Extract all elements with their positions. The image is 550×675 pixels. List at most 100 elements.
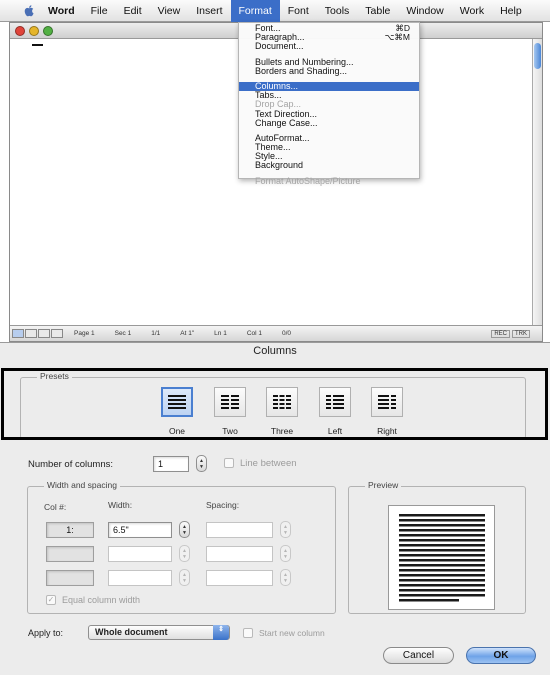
menu-table[interactable]: Table — [357, 0, 398, 22]
menu-item-borders-shading[interactable]: Borders and Shading... — [239, 66, 419, 76]
menu-format[interactable]: Format — [230, 0, 280, 22]
notebook-view-button[interactable] — [51, 329, 63, 338]
dialog-title: Columns — [253, 345, 297, 357]
menu-item-format-autoshape: Format AutoShape/Picture — [255, 175, 361, 186]
outline-view-button[interactable] — [25, 329, 37, 338]
line-between-label: Line between — [240, 458, 297, 469]
number-of-columns-stepper[interactable]: ▲ ▼ — [196, 455, 207, 472]
equal-column-width-checkbox: ✓ — [46, 595, 56, 605]
stepper-down-icon: ▼ — [182, 529, 187, 536]
start-new-column-label: Start new column — [259, 628, 325, 638]
normal-view-button[interactable] — [12, 329, 24, 338]
stepper-down-icon: ▼ — [182, 577, 187, 584]
view-buttons — [12, 329, 64, 338]
preview-page-icon — [399, 514, 485, 602]
preview-pane — [388, 505, 495, 610]
status-section: Sec 1 — [114, 330, 132, 337]
status-column: Col 1 — [246, 330, 262, 337]
menu-view[interactable]: View — [150, 0, 189, 22]
menu-edit[interactable]: Edit — [116, 0, 150, 22]
preset-one-button[interactable] — [161, 387, 193, 417]
menu-file[interactable]: File — [83, 0, 116, 22]
right-columns-icon — [378, 395, 396, 409]
column-3-width-input — [108, 570, 172, 586]
menu-word[interactable]: Word — [40, 0, 83, 22]
number-of-columns-input[interactable]: 1 — [153, 456, 189, 472]
menu-insert[interactable]: Insert — [188, 0, 230, 22]
stepper-down-icon: ▼ — [199, 463, 204, 470]
number-of-columns-label: Number of columns: — [28, 459, 114, 470]
scrollbar-thumb[interactable] — [534, 43, 541, 69]
spacing-header: Spacing: — [206, 500, 240, 510]
stepper-down-icon: ▼ — [283, 529, 288, 536]
menu-window[interactable]: Window — [398, 0, 451, 22]
apply-to-label: Apply to: — [28, 628, 64, 638]
width-header: Width: — [108, 500, 133, 510]
cancel-button[interactable]: Cancel — [383, 647, 454, 664]
preset-three-button[interactable] — [266, 387, 298, 417]
apply-to-select[interactable]: Whole document ⇕ — [88, 625, 230, 640]
status-word-count: 0/0 — [282, 330, 292, 337]
column-3-spacing-stepper: ▲ ▼ — [280, 569, 291, 586]
select-arrows-icon: ⇕ — [213, 625, 229, 640]
line-between-checkbox — [224, 458, 234, 468]
status-page: Page 1 — [74, 330, 95, 337]
column-1-spacing-input — [206, 522, 273, 538]
two-columns-icon — [221, 395, 239, 409]
stepper-down-icon: ▼ — [283, 577, 288, 584]
status-rec[interactable]: REC — [491, 329, 510, 338]
column-number-2 — [46, 546, 94, 562]
text-insertion-point[interactable] — [32, 44, 43, 46]
menu-tools[interactable]: Tools — [317, 0, 358, 22]
page-layout-view-button[interactable] — [38, 329, 50, 338]
column-1-width-stepper[interactable]: ▲ ▼ — [179, 521, 190, 538]
menu-item-change-case[interactable]: Change Case... — [239, 118, 419, 128]
minimize-window-button[interactable] — [29, 26, 39, 36]
status-mode-indicators: REC TRK — [489, 329, 530, 338]
left-columns-icon — [326, 395, 344, 409]
preset-two-button[interactable] — [214, 387, 246, 417]
column-3-width-stepper: ▲ ▼ — [179, 569, 190, 586]
menu-font[interactable]: Font — [280, 0, 317, 22]
preset-left-label: Left — [327, 426, 343, 436]
status-at: At 1" — [180, 330, 195, 337]
ok-button[interactable]: OK — [466, 647, 536, 664]
apply-to-value: Whole document — [95, 627, 168, 637]
status-line: Ln 1 — [214, 330, 227, 337]
zoom-window-button[interactable] — [43, 26, 53, 36]
column-2-width-stepper: ▲ ▼ — [179, 545, 190, 562]
stepper-down-icon: ▼ — [182, 553, 187, 560]
format-menu-dropdown: Font... ⌘D Paragraph... ⌥⌘M Document... Bu… — [238, 22, 420, 185]
menu-item-background[interactable]: Background — [239, 161, 419, 170]
status-trk[interactable]: TRK — [512, 329, 530, 338]
status-page-count: 1/1 — [151, 330, 161, 337]
menu-work[interactable]: Work — [452, 0, 492, 22]
menu-item-shortcut: ⌥⌘M — [384, 32, 410, 43]
menu-item-document[interactable]: Document... — [239, 42, 419, 51]
width-spacing-group-label: Width and spacing — [44, 480, 120, 490]
column-2-spacing-input — [206, 546, 273, 562]
menu-bar: Word File Edit View Insert Format Font T… — [0, 0, 550, 22]
vertical-scrollbar[interactable] — [532, 39, 542, 327]
col-number-header: Col #: — [44, 502, 67, 512]
start-new-column-checkbox — [243, 628, 253, 638]
equal-column-width-label: Equal column width — [62, 595, 141, 605]
preview-group-label: Preview — [365, 480, 402, 490]
apple-menu-icon[interactable] — [18, 0, 40, 22]
preset-two-label: Two — [222, 426, 238, 436]
preset-one-label: One — [168, 426, 186, 436]
stepper-down-icon: ▼ — [283, 553, 288, 560]
column-number-1: 1: — [46, 522, 94, 538]
column-number-3 — [46, 570, 94, 586]
column-1-spacing-stepper: ▲ ▼ — [280, 521, 291, 538]
column-1-width-input[interactable]: 6.5" — [108, 522, 172, 538]
preset-right-button[interactable] — [371, 387, 403, 417]
close-window-button[interactable] — [15, 26, 25, 36]
three-columns-icon — [273, 395, 291, 409]
preset-right-label: Right — [377, 426, 397, 436]
preset-left-button[interactable] — [319, 387, 351, 417]
menu-help[interactable]: Help — [492, 0, 530, 22]
column-2-width-input — [108, 546, 172, 562]
status-bar: Page 1 Sec 1 1/1 At 1" Ln 1 Col 1 0/0 RE… — [10, 325, 542, 341]
column-2-spacing-stepper: ▲ ▼ — [280, 545, 291, 562]
